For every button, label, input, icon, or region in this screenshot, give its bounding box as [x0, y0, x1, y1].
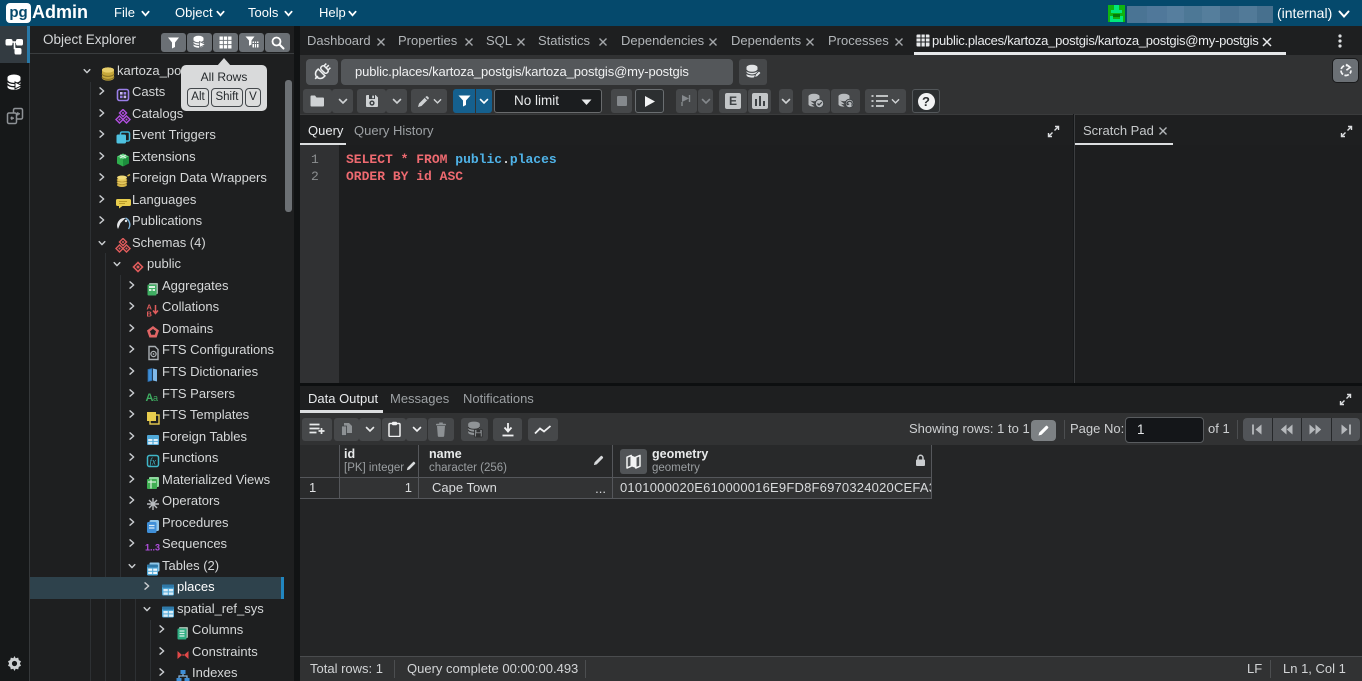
svg-text:1..3: 1..3: [145, 543, 160, 553]
svg-text:a: a: [153, 393, 158, 403]
svg-text:fx: fx: [150, 457, 157, 467]
